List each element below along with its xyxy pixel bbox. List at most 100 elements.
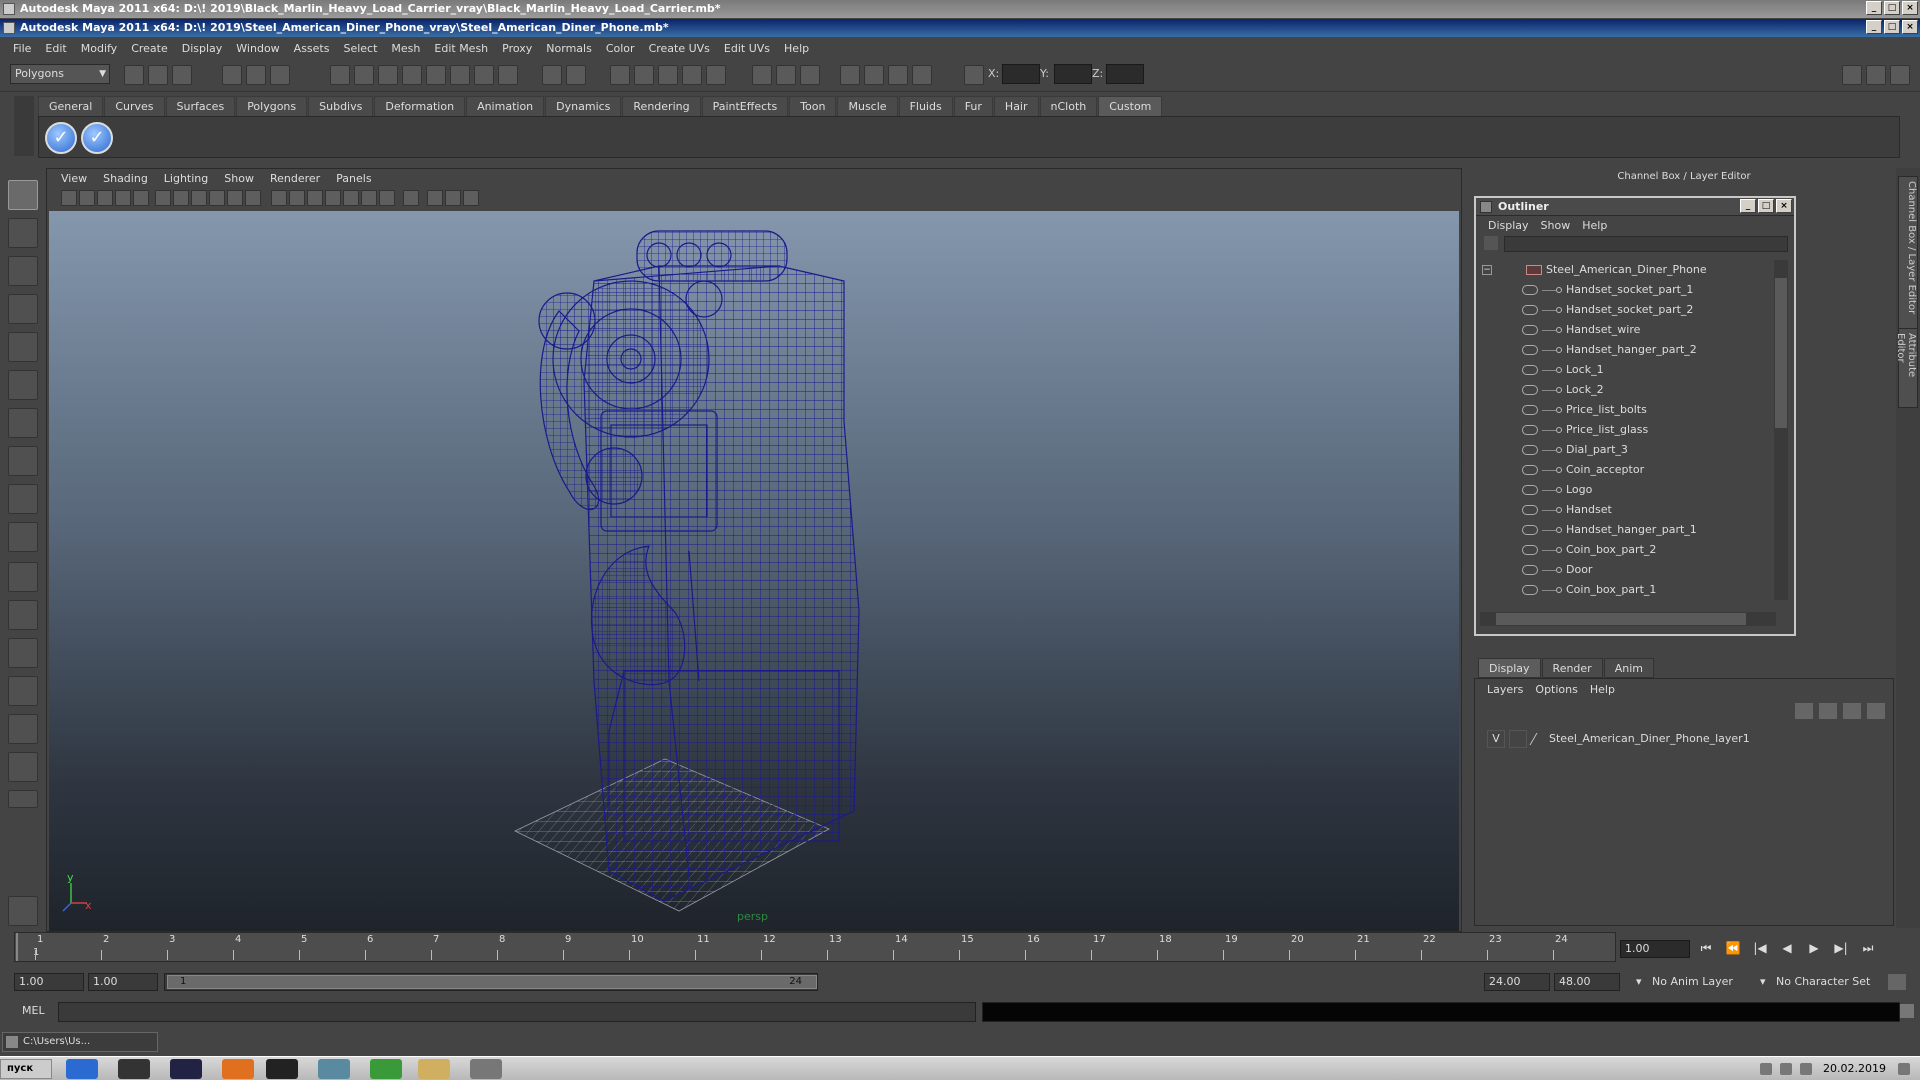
ipr-icon[interactable]	[888, 65, 908, 85]
tray-volume-icon[interactable]	[1760, 1063, 1772, 1075]
layout-graph-persp-icon[interactable]	[8, 676, 38, 706]
input-ops-icon[interactable]	[566, 65, 586, 85]
outliner-item[interactable]: Door	[1480, 560, 1776, 580]
viewport-menu-show[interactable]: Show	[216, 172, 262, 185]
animation-start-field[interactable]: 1.00	[14, 973, 84, 991]
toggle-channel-box-icon[interactable]	[1890, 65, 1910, 85]
hypershade-icon[interactable]	[682, 65, 702, 85]
filter-icon[interactable]	[1484, 236, 1498, 250]
outliner-item[interactable]: Lock_2	[1480, 380, 1776, 400]
maximize-icon[interactable]: □	[1884, 20, 1900, 34]
menu-create[interactable]: Create	[124, 42, 175, 55]
outliner-menu-help[interactable]: Help	[1576, 219, 1613, 232]
outliner-item[interactable]: Coin_acceptor	[1480, 460, 1776, 480]
menu-assets[interactable]: Assets	[287, 42, 337, 55]
last-tool-icon[interactable]	[8, 484, 38, 514]
film-gate-icon[interactable]	[173, 190, 189, 206]
wireframe-icon[interactable]	[271, 190, 287, 206]
outliner-titlebar[interactable]: Outliner _ □ ×	[1476, 198, 1794, 216]
wireframe-on-shaded-icon[interactable]	[307, 190, 323, 206]
layout-more-icon[interactable]	[8, 790, 38, 808]
render-view-icon[interactable]	[840, 65, 860, 85]
go-to-end-icon[interactable]: ⏭	[1858, 938, 1878, 958]
playback-start-field[interactable]: 1.00	[88, 973, 158, 991]
scroll-thumb[interactable]	[1496, 613, 1746, 625]
rotate-tool-icon[interactable]	[8, 332, 38, 362]
layout-outliner-persp-icon[interactable]	[8, 638, 38, 668]
render-settings-icon[interactable]	[658, 65, 678, 85]
tab-general[interactable]: General	[38, 96, 104, 116]
viewport-menu-shading[interactable]: Shading	[95, 172, 156, 185]
shadows-icon[interactable]	[379, 190, 395, 206]
snap-grid-icon[interactable]	[330, 65, 350, 85]
custom-shelf-check-2-icon[interactable]: ✓	[81, 122, 113, 154]
layer-visibility-toggle[interactable]: V	[1487, 730, 1505, 748]
side-tab-attribute-editor[interactable]: Attribute Editor	[1895, 328, 1918, 408]
monitor-icon[interactable]	[170, 1059, 202, 1079]
manipulator-tool-icon[interactable]	[8, 408, 38, 438]
close-icon[interactable]: ×	[1902, 1, 1918, 15]
character-set-selector[interactable]: No Character Set	[1776, 973, 1870, 991]
play-forwards-icon[interactable]: ▶	[1804, 938, 1824, 958]
layer-add-icon[interactable]	[1843, 703, 1861, 719]
viewport-menu-lighting[interactable]: Lighting	[156, 172, 216, 185]
menu-edit[interactable]: Edit	[38, 42, 73, 55]
outliner-item[interactable]: Handset_wire	[1480, 320, 1776, 340]
menu-edit-uvs[interactable]: Edit UVs	[717, 42, 777, 55]
field-chart-icon[interactable]	[227, 190, 243, 206]
range-slider-bar[interactable]: 1 24	[167, 975, 817, 989]
animation-end-field[interactable]: 48.00	[1554, 973, 1620, 991]
outliner-root-item[interactable]: − Steel_American_Diner_Phone	[1480, 260, 1776, 280]
menu-mesh[interactable]: Mesh	[384, 42, 427, 55]
side-tab-channel-box[interactable]: Channel Box / Layer Editor	[1898, 176, 1918, 336]
toggle-tool-settings-icon[interactable]	[1866, 65, 1886, 85]
tab-surfaces[interactable]: Surfaces	[165, 96, 236, 116]
tab-subdivs[interactable]: Subdivs	[308, 96, 374, 116]
tab-fluids[interactable]: Fluids	[898, 96, 953, 116]
tab-muscle[interactable]: Muscle	[837, 96, 898, 116]
time-slider[interactable]: 1 1 2 3 4 5 6 7 8 9 10 11 12 13 14 15 16 17 18 19 20 21 22 23 2…	[14, 932, 1616, 962]
move-tool-icon[interactable]	[8, 294, 38, 324]
textured-icon[interactable]	[325, 190, 341, 206]
y-field[interactable]	[1054, 64, 1092, 84]
transform-input-icon[interactable]	[964, 65, 984, 85]
computer-icon[interactable]	[118, 1059, 150, 1079]
maya-taskbar-icon[interactable]	[266, 1059, 298, 1079]
shelf-options-handle[interactable]	[14, 96, 34, 156]
key-icon[interactable]	[1888, 974, 1906, 990]
snap-curve-icon[interactable]	[354, 65, 374, 85]
history-icon[interactable]	[450, 65, 470, 85]
step-back-key-icon[interactable]: ⏪	[1723, 938, 1743, 958]
custom-shelf-check-1-icon[interactable]: ✓	[45, 122, 77, 154]
select-tool-icon[interactable]	[8, 180, 38, 210]
script-editor-icon[interactable]	[1900, 1004, 1914, 1018]
tab-curves[interactable]: Curves	[104, 96, 165, 116]
layer-playback-toggle[interactable]	[1509, 730, 1527, 748]
tab-display-layers[interactable]: Display	[1478, 658, 1541, 678]
playback-end-field[interactable]: 24.00	[1484, 973, 1550, 991]
maximize-icon[interactable]: □	[1884, 1, 1900, 15]
tab-rendering[interactable]: Rendering	[622, 96, 701, 116]
layout-custom-icon[interactable]	[8, 752, 38, 782]
paint-select-tool-icon[interactable]	[8, 256, 38, 286]
select-object-icon[interactable]	[246, 65, 266, 85]
xray-joints-icon[interactable]	[445, 190, 461, 206]
menu-create-uvs[interactable]: Create UVs	[642, 42, 717, 55]
empty-tool-slot[interactable]	[8, 522, 38, 552]
chevron-down-icon[interactable]: ▾	[1636, 973, 1642, 991]
viewport-menu-panels[interactable]: Panels	[328, 172, 379, 185]
menu-modify[interactable]: Modify	[74, 42, 124, 55]
range-slider[interactable]: 1 24	[164, 973, 818, 991]
minimize-icon[interactable]: _	[1866, 20, 1882, 34]
all-lights-icon[interactable]	[361, 190, 377, 206]
scale-tool-icon[interactable]	[8, 370, 38, 400]
z-field[interactable]	[1106, 64, 1144, 84]
outliner-filter-input[interactable]	[1504, 236, 1788, 252]
quick-layout-icon[interactable]	[8, 896, 38, 926]
outliner-item[interactable]: Dial_part_3	[1480, 440, 1776, 460]
tab-render-layers[interactable]: Render	[1541, 658, 1603, 678]
maximize-icon[interactable]: □	[1758, 199, 1774, 213]
layout-four-pane-icon[interactable]	[8, 600, 38, 630]
outliner-item[interactable]: Logo	[1480, 480, 1776, 500]
soft-mod-tool-icon[interactable]	[8, 446, 38, 476]
